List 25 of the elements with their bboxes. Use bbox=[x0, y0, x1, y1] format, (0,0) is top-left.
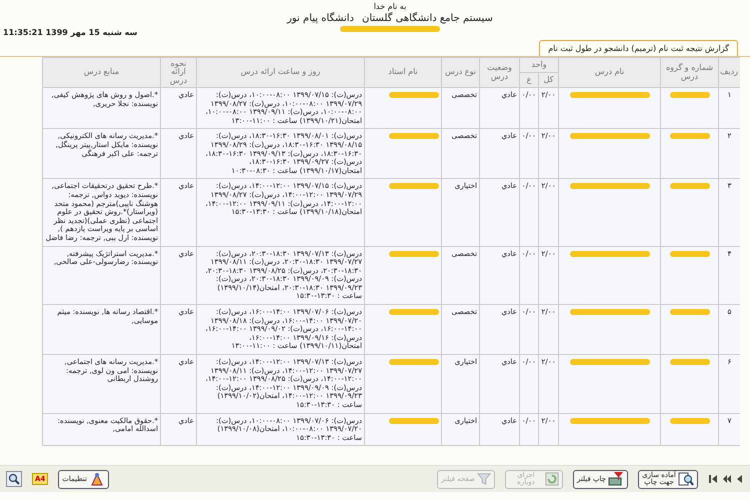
first-page-icon[interactable] bbox=[708, 474, 718, 484]
magnifier-page-icon bbox=[678, 471, 694, 487]
system-title: سیستم جامع دانشگاهی گلستان bbox=[362, 13, 493, 24]
column-header: نام درس bbox=[558, 58, 661, 88]
search-icon[interactable] bbox=[6, 471, 22, 487]
column-header: کل bbox=[538, 72, 559, 88]
printer-funnel-icon bbox=[608, 471, 624, 487]
funnel-icon bbox=[476, 472, 491, 486]
column-header: وضعیت درس bbox=[480, 58, 520, 88]
column-header: ردیف bbox=[718, 58, 740, 88]
refresh-icon bbox=[544, 472, 559, 486]
rewind-icon[interactable] bbox=[722, 474, 732, 484]
previous-icon[interactable] bbox=[736, 474, 744, 484]
column-header: نحوه ارائه درس bbox=[160, 58, 196, 88]
greeting-text: به نام خدا bbox=[374, 2, 406, 11]
column-header: روز و ساعت ارائه درس bbox=[196, 58, 364, 88]
hand-tools-icon bbox=[88, 471, 105, 487]
column-header: نوع درس bbox=[442, 58, 480, 88]
date-time: 11:35:21 سه شنبه 15 مهر 1399 bbox=[3, 28, 138, 37]
column-header: واحد bbox=[520, 58, 559, 72]
column-header: شماره و گروه درس bbox=[660, 58, 719, 88]
column-header: نام استاد bbox=[364, 58, 442, 88]
column-header: منابع درس bbox=[42, 58, 160, 88]
report-tab[interactable]: گزارش نتیجه ثبت نام (ترمیم) دانشجو در طول ثبت نام bbox=[539, 40, 738, 56]
university-name: دانشگاه پیام نور bbox=[287, 13, 354, 24]
